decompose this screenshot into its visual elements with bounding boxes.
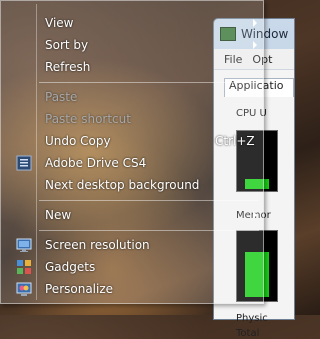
total-label: Total bbox=[236, 328, 260, 339]
menu-item-refresh-label: Refresh bbox=[45, 60, 91, 74]
menu-item-view[interactable]: View bbox=[3, 12, 261, 34]
submenu-arrow-icon bbox=[253, 211, 257, 219]
menu-item-paste: Paste bbox=[3, 86, 261, 108]
menu-item-adobe-drive[interactable]: Adobe Drive CS4 bbox=[3, 152, 261, 174]
menu-item-next-background[interactable]: Next desktop background bbox=[3, 174, 261, 196]
display-icon bbox=[16, 237, 32, 253]
desktop-context-menu: View Sort by Refresh Paste Paste shortcu… bbox=[0, 0, 264, 304]
menu-item-gadgets-label: Gadgets bbox=[45, 260, 96, 274]
submenu-arrow-icon bbox=[253, 19, 257, 27]
undo-copy-shortcut: Ctrl+Z bbox=[215, 134, 255, 148]
menu-item-personalize-label: Personalize bbox=[45, 282, 114, 296]
menu-item-paste-shortcut-label: Paste shortcut bbox=[45, 112, 131, 126]
menu-item-undo-copy-label: Undo Copy bbox=[45, 134, 111, 148]
menu-item-sort-by[interactable]: Sort by bbox=[3, 34, 261, 56]
menu-separator bbox=[39, 82, 259, 83]
menu-item-refresh[interactable]: Refresh bbox=[3, 56, 261, 78]
menu-item-screen-resolution-label: Screen resolution bbox=[45, 238, 150, 252]
menu-item-screen-resolution[interactable]: Screen resolution bbox=[3, 234, 261, 256]
menu-item-new-label: New bbox=[45, 208, 72, 222]
submenu-arrow-icon bbox=[253, 41, 257, 49]
gadgets-icon bbox=[16, 259, 32, 275]
menu-item-view-label: View bbox=[45, 16, 74, 30]
menu-separator bbox=[39, 200, 259, 201]
menu-item-gadgets[interactable]: Gadgets bbox=[3, 256, 261, 278]
menu-item-undo-copy[interactable]: Undo Copy Ctrl+Z bbox=[3, 130, 261, 152]
menu-item-paste-shortcut: Paste shortcut bbox=[3, 108, 261, 130]
menu-item-new[interactable]: New bbox=[3, 204, 261, 226]
menu-item-paste-label: Paste bbox=[45, 90, 78, 104]
menu-item-adobe-drive-label: Adobe Drive CS4 bbox=[45, 156, 147, 170]
menu-separator bbox=[39, 230, 259, 231]
adobe-drive-icon bbox=[16, 155, 32, 171]
menu-item-next-background-label: Next desktop background bbox=[45, 178, 200, 192]
menu-item-personalize[interactable]: Personalize bbox=[3, 278, 261, 300]
personalize-icon bbox=[16, 281, 32, 297]
menu-item-sort-by-label: Sort by bbox=[45, 38, 89, 52]
